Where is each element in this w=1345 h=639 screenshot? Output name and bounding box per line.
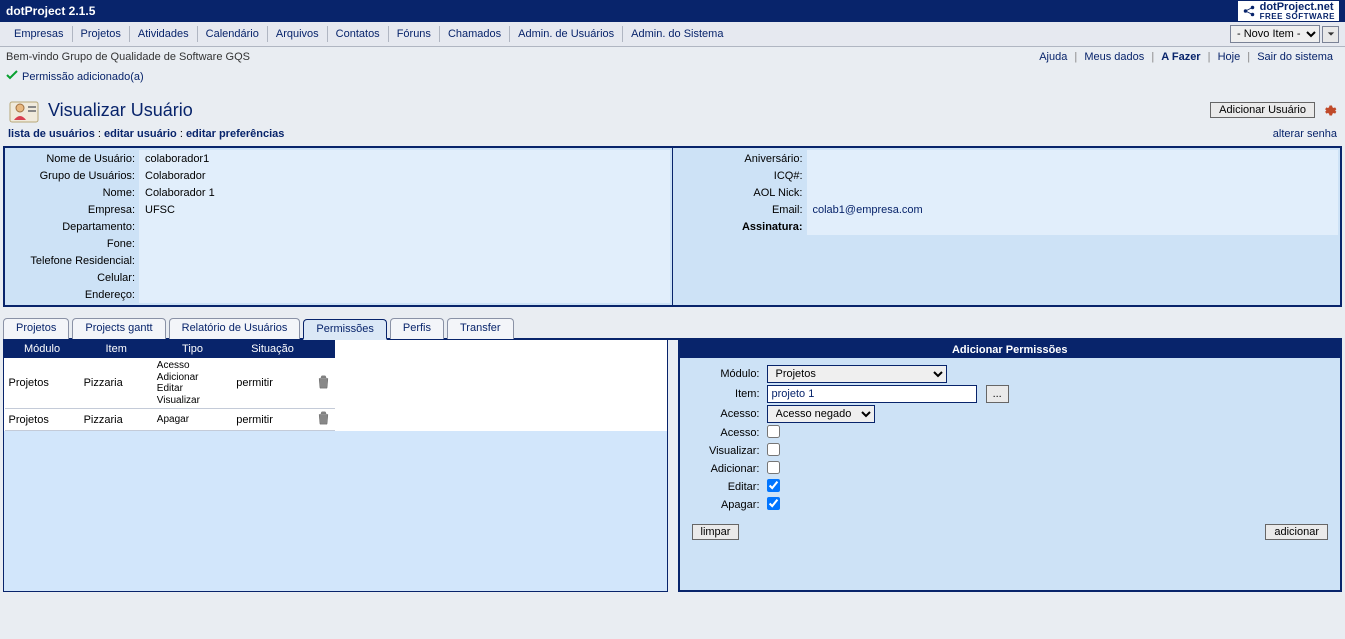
label-cb-view: Visualizar: <box>690 442 766 460</box>
add-user-button[interactable]: Adicionar Usuário <box>1210 102 1315 118</box>
value-dept <box>139 218 670 235</box>
status-text: Permissão adicionado(a) <box>22 71 144 83</box>
tab-permiss-es[interactable]: Permissões <box>303 319 386 340</box>
mydata-link[interactable]: Meus dados <box>1080 51 1148 63</box>
logo-text-2: FREE SOFTWARE <box>1260 13 1335 21</box>
value-signature <box>807 218 1339 235</box>
access-select[interactable]: Acesso negado <box>767 405 875 423</box>
trash-icon[interactable] <box>317 416 330 428</box>
dotproject-logo[interactable]: dotProject.net FREE SOFTWARE <box>1238 1 1339 21</box>
tab-projetos[interactable]: Projetos <box>3 318 69 339</box>
label-cell: Celular: <box>7 269 139 286</box>
check-icon <box>6 69 18 84</box>
nav-item-admin-de-usu-rios[interactable]: Admin. de Usuários <box>510 26 623 42</box>
col-type: Tipo <box>153 341 232 358</box>
value-username: colaborador1 <box>139 150 670 167</box>
label-phone: Fone: <box>7 235 139 252</box>
value-name: Colaborador 1 <box>139 184 670 201</box>
add-permissions-header: Adicionar Permissões <box>680 342 1341 358</box>
label-email: Email: <box>675 201 807 218</box>
table-row: ProjetosPizzariaAcessoAdicionarEditarVis… <box>5 358 335 409</box>
label-access-select: Acesso: <box>690 404 766 424</box>
label-dept: Departamento: <box>7 218 139 235</box>
nav-item-atividades[interactable]: Atividades <box>130 26 198 42</box>
clear-button[interactable]: limpar <box>692 524 740 540</box>
help-link[interactable]: Ajuda <box>1035 51 1071 63</box>
logo-text-1: dotProject.net <box>1260 2 1335 13</box>
label-address: Endereço: <box>7 286 139 303</box>
nav-item-admin-do-sistema[interactable]: Admin. do Sistema <box>623 26 731 42</box>
label-item-input: Item: <box>690 384 766 404</box>
checkbox-edit[interactable] <box>767 479 780 492</box>
change-password-link[interactable]: alterar senha <box>1273 128 1337 140</box>
item-input[interactable] <box>767 385 977 403</box>
nav-item-f-runs[interactable]: Fóruns <box>389 26 440 42</box>
value-icq <box>807 167 1339 184</box>
value-email[interactable]: colab1@empresa.com <box>813 204 923 216</box>
label-homephone: Telefone Residencial: <box>7 252 139 269</box>
logout-link[interactable]: Sair do sistema <box>1253 51 1337 63</box>
label-aol: AOL Nick: <box>675 184 807 201</box>
main-nav: EmpresasProjetosAtividadesCalendárioArqu… <box>6 26 731 42</box>
col-item: Item <box>80 341 153 358</box>
label-name: Nome: <box>7 184 139 201</box>
welcome-text: Bem-vindo Grupo de Qualidade de Software… <box>6 51 250 63</box>
col-trash <box>313 341 335 358</box>
label-cb-access: Acesso: <box>690 424 766 442</box>
value-phone <box>139 235 670 252</box>
nav-item-contatos[interactable]: Contatos <box>328 26 389 42</box>
add-button[interactable]: adicionar <box>1265 524 1328 540</box>
label-username: Nome de Usuário: <box>7 150 139 167</box>
item-picker-button[interactable]: ... <box>986 385 1009 403</box>
checkbox-view[interactable] <box>767 443 780 456</box>
nav-item-chamados[interactable]: Chamados <box>440 26 510 42</box>
label-usergroup: Grupo de Usuários: <box>7 167 139 184</box>
checkbox-delete[interactable] <box>767 497 780 510</box>
app-title: dotProject 2.1.5 <box>6 4 95 18</box>
today-link[interactable]: Hoje <box>1214 51 1245 63</box>
value-address <box>139 286 670 303</box>
new-item-select[interactable]: - Novo Item - <box>1230 25 1320 43</box>
new-item-go-button[interactable] <box>1322 26 1339 43</box>
label-icq: ICQ#: <box>675 167 807 184</box>
checkbox-add[interactable] <box>767 461 780 474</box>
label-cb-edit: Editar: <box>690 478 766 496</box>
label-module-select: Módulo: <box>690 364 766 384</box>
list-users-link[interactable]: lista de usuários <box>8 128 95 140</box>
tab-perfis[interactable]: Perfis <box>390 318 444 339</box>
label-cb-add: Adicionar: <box>690 460 766 478</box>
tab-relat-rio-de-usu-rios[interactable]: Relatório de Usuários <box>169 318 301 339</box>
trash-icon[interactable] <box>317 380 330 392</box>
label-cb-delete: Apagar: <box>690 496 766 514</box>
value-aol <box>807 184 1339 201</box>
table-row: ProjetosPizzariaApagarpermitir <box>5 409 335 431</box>
module-select[interactable]: Projetos <box>767 365 947 383</box>
checkbox-access[interactable] <box>767 425 780 438</box>
nav-item-calend-rio[interactable]: Calendário <box>198 26 268 42</box>
value-birthday <box>807 150 1339 167</box>
value-homephone <box>139 252 670 269</box>
edit-prefs-link[interactable]: editar preferências <box>186 128 284 140</box>
nav-item-empresas[interactable]: Empresas <box>6 26 73 42</box>
tab-projects-gantt[interactable]: Projects gantt <box>72 318 165 339</box>
label-company: Empresa: <box>7 201 139 218</box>
nav-item-arquivos[interactable]: Arquivos <box>268 26 328 42</box>
gear-icon[interactable] <box>1321 102 1337 118</box>
todo-link[interactable]: A Fazer <box>1157 51 1204 63</box>
value-cell <box>139 269 670 286</box>
label-birthday: Aniversário: <box>675 150 807 167</box>
tab-transfer[interactable]: Transfer <box>447 318 514 339</box>
col-status: Situação <box>232 341 313 358</box>
label-signature: Assinatura: <box>675 218 807 235</box>
value-usergroup: Colaborador <box>139 167 670 184</box>
value-company: UFSC <box>139 201 670 218</box>
page-title: Visualizar Usuário <box>48 100 193 121</box>
nav-item-projetos[interactable]: Projetos <box>73 26 130 42</box>
user-avatar-icon <box>8 96 40 124</box>
col-module: Módulo <box>5 341 80 358</box>
edit-user-link[interactable]: editar usuário <box>104 128 177 140</box>
